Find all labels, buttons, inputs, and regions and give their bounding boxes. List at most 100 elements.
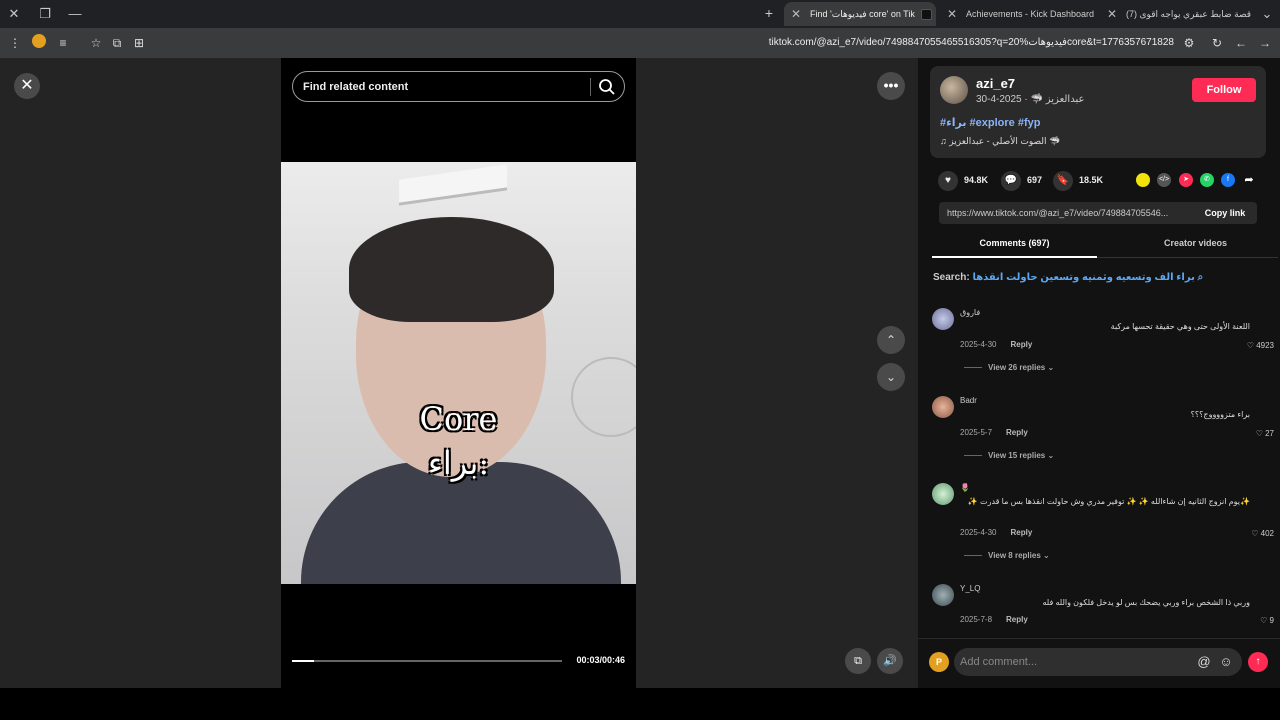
tab-close-icon[interactable]: ✕ [1104, 2, 1120, 26]
my-avatar[interactable]: P [929, 652, 949, 672]
comment-like[interactable]: ♡ 27 [1256, 429, 1274, 438]
heart-outline-icon: ♡ [1246, 341, 1257, 350]
floating-player-icon[interactable]: ⧉ [845, 648, 871, 674]
comment-like[interactable]: ♡ 9 [1260, 616, 1274, 625]
reply-button[interactable]: Reply [1010, 528, 1032, 537]
view-replies-button[interactable]: View 26 replies ⌄ [964, 363, 1054, 372]
comment-date: 2025-4-30 [960, 528, 997, 537]
tab-close-icon[interactable]: ✕ [944, 2, 960, 26]
bookmark-icon: 🔖 [1053, 170, 1073, 191]
more-options-icon[interactable]: ••• [877, 72, 905, 100]
comment-author[interactable]: 🌷 [960, 483, 970, 492]
next-video-icon[interactable]: ⌄ [877, 363, 905, 391]
reply-button[interactable]: Reply [1006, 428, 1028, 437]
close-icon[interactable]: ✕ [14, 73, 40, 99]
reload-icon[interactable]: ↻ [1208, 34, 1226, 52]
menu-icon[interactable]: ⋮ [6, 34, 24, 52]
send-share-icon[interactable]: ➤ [1179, 173, 1193, 187]
comment-search-suggestion[interactable]: Search: براء الف وتسعيه وثمنيه وتسعين حا… [933, 272, 1203, 283]
tab-creator-videos[interactable]: Creator videos [1113, 232, 1278, 258]
facebook-share-icon[interactable]: f [1221, 173, 1235, 187]
address-bar[interactable]: tiktok.com/@azi_e7/video/749884705546551… [200, 32, 1180, 54]
comment-author[interactable]: Y_LQ [960, 584, 980, 593]
comment-text: براء متزووووج؟؟؟ [1190, 410, 1250, 419]
comment-avatar[interactable] [932, 584, 954, 606]
comment-item: 🌷 ✨يوم انزوج الثانيه إن شاءالله ✨ ✨ توفي… [932, 483, 1276, 563]
view-replies-button[interactable]: View 8 replies ⌄ [964, 551, 1050, 560]
window-close-icon[interactable]: ✕ [5, 5, 23, 23]
embed-share-icon[interactable]: </> [1157, 173, 1171, 187]
heart-outline-icon: ♡ [1255, 429, 1266, 438]
comment-item: فاروق اللعنة الأولى حتى وهي حقيقة تحسها … [932, 308, 1276, 380]
volume-icon[interactable]: 🔊 [877, 648, 903, 674]
bookmark-star-icon[interactable]: ☆ [87, 34, 105, 52]
author-username[interactable]: azi_e7 [976, 76, 1015, 91]
reading-list-icon[interactable]: ≡ [54, 34, 72, 52]
follow-button[interactable]: Follow [1192, 78, 1256, 102]
tab-comments[interactable]: Comments (697) [932, 232, 1097, 258]
comment-text: اللعنة الأولى حتى وهي حقيقة تحسها مركبة [1110, 322, 1250, 331]
search-icon[interactable] [597, 77, 617, 97]
chevron-down-icon: ⌄ [1045, 451, 1055, 460]
video-caption-line2: براء: [427, 444, 490, 482]
like-stat[interactable]: ♥ 94.8K [938, 170, 988, 191]
save-stat[interactable]: 🔖 18.5K [1053, 170, 1103, 191]
copy-link-button[interactable]: Copy link [1193, 202, 1257, 224]
site-settings-icon[interactable]: ⚙ [1180, 34, 1198, 52]
whatsapp-share-icon[interactable]: ✆ [1200, 173, 1214, 187]
comment-avatar[interactable] [932, 483, 954, 505]
install-app-icon[interactable]: ⧉ [108, 34, 126, 52]
comment-like[interactable]: ♡ 402 [1251, 529, 1274, 538]
forward-icon[interactable]: → [1256, 34, 1274, 52]
post-comment-button[interactable]: ↑ [1248, 652, 1268, 672]
window-restore-icon[interactable]: ❐ [36, 5, 54, 23]
view-replies-label: View 15 replies [988, 451, 1046, 460]
share-link[interactable]: https://www.tiktok.com/@azi_e7/video/749… [947, 202, 1187, 224]
divider [964, 367, 982, 369]
tab-title: Achievements - Kick Dashboard [966, 9, 1095, 19]
chevron-down-icon: ⌄ [1040, 551, 1050, 560]
tab-search-icon[interactable]: ⌄ [1258, 5, 1276, 23]
comment-stat[interactable]: 💬 697 [1001, 170, 1042, 191]
music-line[interactable]: ♫ الصوت الأصلي - عبدالعزيز 🦈 [940, 136, 1060, 147]
browser-tab[interactable]: ✕ (7) قصة ضابط عبقري يواجه اقوى [1100, 2, 1252, 26]
bottom-strip [0, 688, 1280, 720]
heart-outline-icon: ♡ [1260, 616, 1270, 625]
tab-title: (7) قصة ضابط عبقري يواجه اقوى [1126, 9, 1252, 19]
emoji-icon[interactable]: ☺ [1216, 652, 1236, 672]
previous-video-icon[interactable]: ⌃ [877, 326, 905, 354]
separator-dot: · [1021, 94, 1028, 105]
comment-avatar[interactable] [932, 308, 954, 330]
video-player[interactable]: Core براء: 00:03/00:46 [281, 58, 636, 688]
video-progress-bar[interactable] [292, 660, 562, 662]
new-tab-button[interactable]: + [760, 4, 778, 22]
comment-text: وربي ذا الشخص براء وربي يضحك بس لو يدخل … [1042, 598, 1250, 607]
comment-author[interactable]: Badr [960, 396, 977, 405]
window-minimize-icon[interactable]: — [66, 5, 84, 23]
divider [964, 555, 982, 557]
profile-icon[interactable] [30, 34, 48, 52]
tab-title: Find 'فيديوهات core' on Tik [810, 9, 915, 19]
comment-avatar[interactable] [932, 396, 954, 418]
browser-tab[interactable]: ✕ Achievements - Kick Dashboard [940, 2, 1096, 26]
video-frame: Core براء: [281, 162, 636, 584]
reply-button[interactable]: Reply [1010, 340, 1032, 349]
comment-date: 2025-7-8 [960, 615, 993, 624]
author-subline: عبدالعزيز 🦈 · 2025-4-30 [976, 94, 1084, 105]
tab-close-icon[interactable]: ✕ [788, 2, 804, 26]
comment-author[interactable]: فاروق [960, 308, 980, 317]
extensions-icon[interactable]: ⊞ [130, 34, 148, 52]
author-avatar[interactable] [940, 76, 968, 104]
mention-icon[interactable]: @ [1194, 652, 1214, 672]
browser-tab-active[interactable]: ✕ Find 'فيديوهات core' on Tik [784, 2, 936, 26]
share-more-icon[interactable]: ➦ [1242, 173, 1256, 187]
related-search-input[interactable] [303, 72, 583, 101]
snapchat-share-icon[interactable] [1136, 173, 1150, 187]
view-replies-button[interactable]: View 15 replies ⌄ [964, 451, 1054, 460]
back-icon[interactable]: ← [1232, 34, 1250, 52]
hashtags[interactable]: #براء #explore #fyp [940, 116, 1040, 129]
author-card: azi_e7 عبدالعزيز 🦈 · 2025-4-30 Follow #ب… [930, 66, 1266, 158]
comment-like[interactable]: ♡ 4923 [1247, 341, 1274, 350]
comment-text: ✨يوم انزوج الثانيه إن شاءالله ✨ ✨ توفير … [967, 497, 1250, 506]
reply-button[interactable]: Reply [1006, 615, 1028, 624]
